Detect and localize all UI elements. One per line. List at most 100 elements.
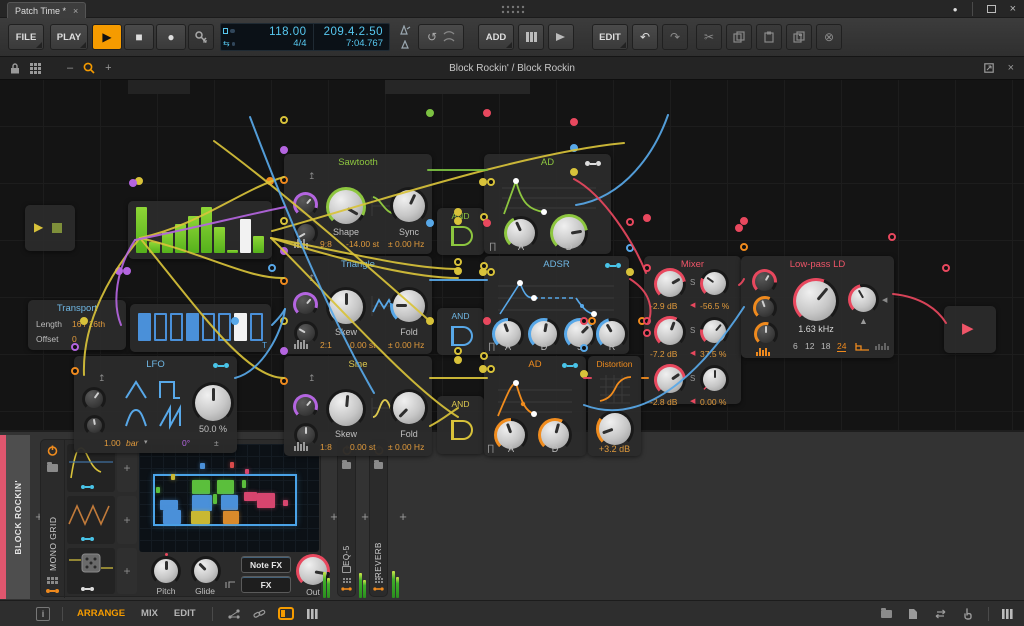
saw-transpose[interactable]: -14.00 st <box>346 239 379 249</box>
port[interactable] <box>123 267 131 275</box>
module-lfo[interactable]: LFO ↥ 50.0 % 1.00 bar ▾ 0° ± <box>74 356 237 453</box>
port[interactable] <box>942 264 950 272</box>
tri-ratio[interactable]: 2:1 <box>320 340 332 350</box>
port[interactable] <box>626 218 634 226</box>
add-instrument-button[interactable] <box>518 24 544 50</box>
port[interactable] <box>426 317 434 325</box>
port[interactable] <box>643 329 651 337</box>
mixer-level-knob-1[interactable] <box>654 268 686 300</box>
mute-icon-3[interactable]: ◀ <box>690 397 695 405</box>
step-bar-current[interactable] <box>240 219 251 253</box>
midi-mapping-button[interactable]: w <box>188 24 214 50</box>
remote-controls-icon[interactable] <box>375 578 383 583</box>
device-io-icon[interactable] <box>341 587 351 590</box>
port[interactable] <box>426 219 434 227</box>
tri-fine[interactable]: ± 0.00 Hz <box>388 340 424 350</box>
port[interactable] <box>643 317 651 325</box>
port[interactable] <box>71 343 79 351</box>
edit-tab[interactable]: EDIT <box>174 608 196 619</box>
play-button[interactable]: ▶ <box>92 24 122 50</box>
fx-button[interactable]: FX <box>241 576 291 593</box>
tri-fold-knob[interactable] <box>390 287 428 325</box>
mix-tab[interactable]: MIX <box>141 608 158 619</box>
sine-transpose[interactable]: 0.00 st <box>350 442 376 452</box>
ad1-env-display[interactable] <box>496 176 600 218</box>
port[interactable] <box>280 277 288 285</box>
port[interactable] <box>483 317 491 325</box>
add-device-button[interactable]: + <box>396 510 410 524</box>
track-header[interactable]: BLOCK ROCKIN' <box>6 435 30 599</box>
mixer-level-knob-3[interactable] <box>654 364 686 396</box>
module-lowpass[interactable]: Low-pass LD 1.63 kHz 6 12 18 24 ◀ ▲ <box>741 256 894 358</box>
gate-cell-off[interactable] <box>202 313 215 341</box>
add-button[interactable]: ADD <box>478 24 514 50</box>
port[interactable] <box>580 344 588 352</box>
modulator-out-icon[interactable] <box>562 363 578 368</box>
sine-fine[interactable]: ± 0.00 Hz <box>388 442 424 452</box>
tri-pitchmod-knob[interactable] <box>293 292 318 317</box>
loop-group[interactable]: ↺ <box>418 24 464 50</box>
cutoff-mod-knob-1[interactable] <box>752 269 777 294</box>
port[interactable] <box>454 208 462 216</box>
preset-folder-icon[interactable] <box>374 462 383 469</box>
preset-folder-icon[interactable] <box>47 464 58 472</box>
port[interactable] <box>588 317 596 325</box>
step-bar[interactable] <box>175 224 186 253</box>
port[interactable] <box>115 267 123 275</box>
port[interactable] <box>280 317 288 325</box>
mixer-pan-2[interactable]: 37.5 % <box>700 349 726 359</box>
port[interactable] <box>480 352 488 360</box>
port[interactable] <box>487 178 495 186</box>
port[interactable] <box>454 267 462 275</box>
port[interactable] <box>426 109 434 117</box>
delete-button[interactable]: ⊗ <box>816 24 842 50</box>
keytrack-icon[interactable] <box>294 239 308 248</box>
sine-skew-knob[interactable] <box>326 389 366 429</box>
tempo-display[interactable]: 118.00 4/4 <box>237 24 313 50</box>
lfo-amount-value[interactable]: 50.0 % <box>186 424 240 434</box>
port[interactable] <box>454 347 462 355</box>
maximize-icon[interactable] <box>987 5 996 13</box>
port[interactable] <box>740 243 748 251</box>
steps-bars[interactable] <box>136 207 264 253</box>
mixer-level-knob-2[interactable] <box>654 316 686 348</box>
port[interactable] <box>280 347 288 355</box>
keytrack-icon[interactable] <box>294 442 308 451</box>
drive-value[interactable]: +3.2 dB <box>588 444 641 454</box>
session-dot-icon[interactable]: ● <box>953 5 958 14</box>
mixer-level-2[interactable]: -7.2 dB <box>650 349 677 359</box>
remote-controls-icon[interactable] <box>47 577 58 584</box>
port[interactable] <box>479 365 487 373</box>
metronome-icon[interactable] <box>400 40 411 49</box>
project-tab[interactable]: Patch Time * × <box>7 2 86 18</box>
pitch-knob[interactable] <box>151 556 181 586</box>
remote-controls-icon[interactable] <box>343 578 351 583</box>
module-adsr[interactable]: ADSR ∏ A D S R <box>484 256 629 354</box>
automation-view-icon[interactable] <box>227 608 241 620</box>
lfo-rate-value[interactable]: 1.00 <box>104 438 121 448</box>
length-value[interactable]: 16 / 16th <box>72 319 105 329</box>
gate-cell-off[interactable] <box>170 313 183 341</box>
filter-shape-icon[interactable] <box>855 341 871 351</box>
step-bar[interactable] <box>214 227 225 253</box>
comb-shape-icon[interactable] <box>875 341 889 351</box>
port[interactable] <box>129 179 137 187</box>
mute-icon-2[interactable]: ◀ <box>690 349 695 357</box>
redo-button[interactable]: ↷ <box>662 24 688 50</box>
module-sine[interactable]: Sine ↥ Skew Fold 1:8 0.00 st ± 0.00 Hz <box>284 356 432 456</box>
port[interactable] <box>280 247 288 255</box>
port[interactable] <box>454 356 462 364</box>
position-display[interactable]: 209.4.2.50 7:04.767 <box>314 24 390 50</box>
eq5-device[interactable]: EQ-5 <box>337 439 356 597</box>
port[interactable] <box>487 268 495 276</box>
port[interactable] <box>280 176 288 184</box>
step-bar[interactable] <box>136 207 147 253</box>
device-panel-toggle[interactable] <box>278 607 294 620</box>
play-menu-button[interactable]: PLAY <box>50 24 88 50</box>
slope-6[interactable]: 6 <box>793 341 798 351</box>
port[interactable] <box>643 214 651 222</box>
touch-mode-icon[interactable] <box>963 608 974 620</box>
mixer-panel-toggle[interactable] <box>306 608 319 620</box>
paste-button[interactable] <box>756 24 782 50</box>
port[interactable] <box>454 258 462 266</box>
